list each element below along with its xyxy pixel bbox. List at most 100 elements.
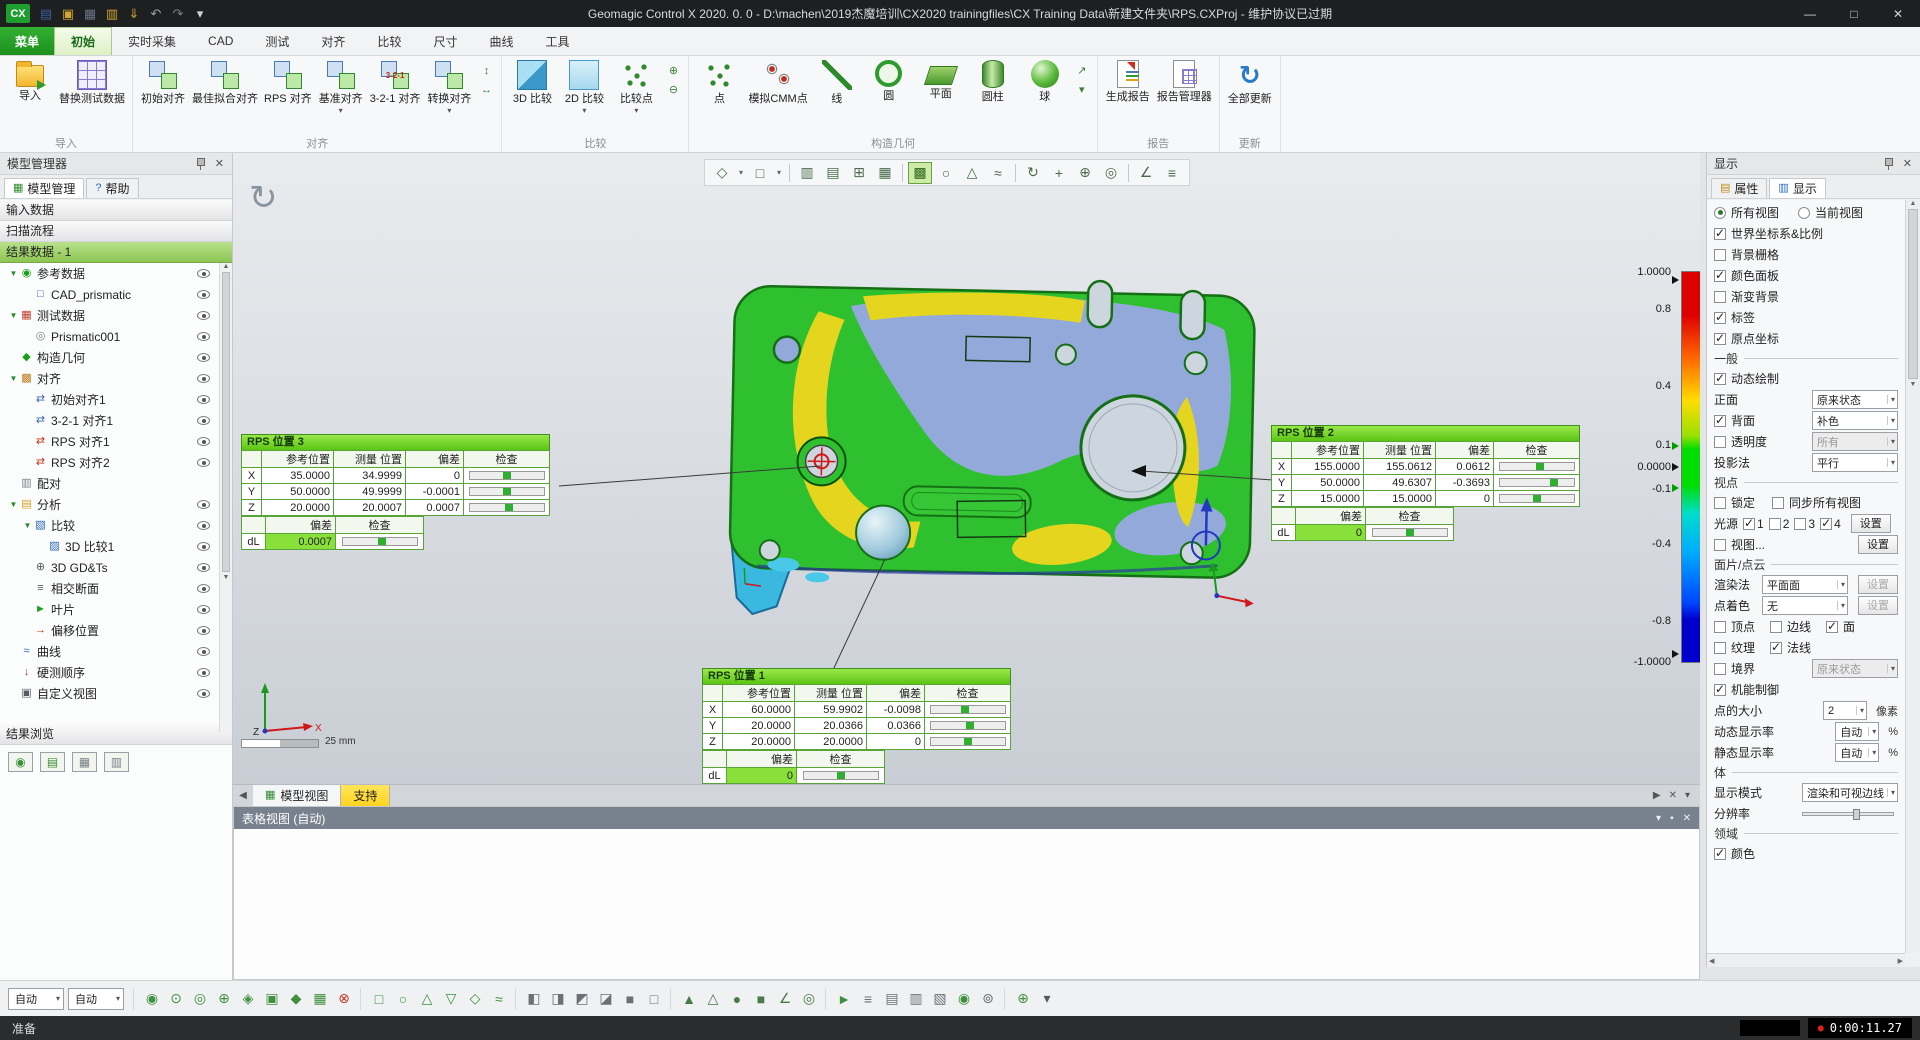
cube-view-icon[interactable]: □: [748, 162, 772, 184]
visibility-eye-icon[interactable]: [197, 332, 210, 341]
capture-icon[interactable]: ◉: [953, 988, 975, 1010]
table-view-header[interactable]: 表格视图 (自动) ▾▪✕: [234, 807, 1699, 829]
select-face-icon[interactable]: ◎: [189, 988, 211, 1010]
sync-views-check[interactable]: [1772, 497, 1784, 509]
offset-points[interactable]: →偏移位置: [0, 620, 232, 641]
321-alignment-1[interactable]: ⇄3-2-1 对齐1: [0, 410, 232, 431]
open-file-icon[interactable]: ▣: [58, 0, 78, 27]
next-view-icon[interactable]: ▶: [1653, 790, 1661, 801]
tab-display[interactable]: ▥显示: [1769, 178, 1825, 198]
view-orientation-caret[interactable]: ▾: [736, 162, 746, 184]
collapse-panel-icon[interactable]: ▾: [1656, 813, 1661, 824]
expander-icon[interactable]: ▼: [8, 311, 19, 320]
light-3-check[interactable]: [1794, 518, 1806, 530]
play-macro-icon[interactable]: ►: [833, 988, 855, 1010]
multi-view-icon[interactable]: ▦: [873, 162, 897, 184]
321-alignment-button[interactable]: 3-2-13-2-1 对齐: [367, 58, 424, 107]
light-settings-button[interactable]: 设置: [1851, 514, 1891, 533]
display-mode-select[interactable]: 渲染和可视边线▾: [1802, 783, 1898, 802]
part-deviation-model[interactable]: [720, 273, 1270, 623]
mechanical-control-check[interactable]: [1714, 684, 1726, 696]
tab-initial[interactable]: 初始: [54, 27, 112, 55]
3d-gdts[interactable]: ⊕3D GD&Ts: [0, 557, 232, 578]
compare-add-icon[interactable]: ⊕: [664, 63, 682, 79]
3d-compare-1[interactable]: ▨3D 比较1: [0, 536, 232, 557]
compare-points-button[interactable]: 比较点▾: [610, 58, 662, 116]
pick-lasso-icon[interactable]: ▽: [440, 988, 462, 1010]
visibility-eye-icon[interactable]: [197, 647, 210, 656]
tree-scrollbar-thumb[interactable]: [222, 272, 230, 572]
view-bottom-icon[interactable]: ◪: [595, 988, 617, 1010]
resolution-slider[interactable]: [1802, 812, 1894, 816]
all-views-radio[interactable]: [1714, 207, 1726, 219]
save-all-icon[interactable]: ▥: [102, 0, 122, 27]
initial-alignment-1[interactable]: ⇄初始对齐1: [0, 389, 232, 410]
pin-icon[interactable]: [195, 157, 206, 170]
color-panel-check[interactable]: [1714, 270, 1726, 282]
refresh-view-icon[interactable]: ↻: [249, 181, 278, 215]
normal-check[interactable]: [1770, 642, 1782, 654]
visibility-eye-icon[interactable]: [197, 311, 210, 320]
align-move-icon[interactable]: ↕: [477, 63, 495, 79]
front-face-mode-select[interactable]: 原来状态▾: [1812, 390, 1898, 409]
current-view-radio[interactable]: [1798, 207, 1810, 219]
tab-live-capture[interactable]: 实时采集: [112, 27, 192, 55]
lock-viewpoint-check[interactable]: [1714, 497, 1726, 509]
view-top-icon[interactable]: ◩: [571, 988, 593, 1010]
create-plane-button[interactable]: 平面: [915, 58, 967, 102]
expander-icon[interactable]: ▼: [8, 500, 19, 509]
close-table-view-icon[interactable]: ✕: [1683, 813, 1691, 824]
point-size-select[interactable]: 2▾: [1823, 701, 1867, 720]
visibility-eye-icon[interactable]: [197, 521, 210, 530]
boundary-mode-select[interactable]: 原来状态▾: [1812, 659, 1898, 678]
redo-icon[interactable]: ↷: [168, 0, 188, 27]
transparency-select[interactable]: 所有▾: [1812, 432, 1898, 451]
visibility-eye-icon[interactable]: [197, 542, 210, 551]
face-check[interactable]: [1826, 621, 1838, 633]
pick-paint-icon[interactable]: ◇: [464, 988, 486, 1010]
mirror-view-icon[interactable]: ▤: [821, 162, 845, 184]
cross-sections[interactable]: ≡相交断面: [0, 578, 232, 599]
compare-remove-icon[interactable]: ⊖: [664, 82, 682, 98]
visibility-eye-icon[interactable]: [197, 668, 210, 677]
add-tool-icon[interactable]: ⊕: [1012, 988, 1034, 1010]
visibility-eye-icon[interactable]: [197, 353, 210, 362]
static-display-rate-select[interactable]: 自动▾: [1835, 743, 1879, 762]
simulated-cmm-points-button[interactable]: 模拟CMM点: [745, 58, 810, 107]
close-view-icon[interactable]: ✕: [1669, 790, 1677, 801]
hscroll-left-icon[interactable]: ◀: [1709, 957, 1714, 965]
snap-mode-select[interactable]: 自动▾: [68, 988, 124, 1010]
tool-sphere-icon[interactable]: ●: [726, 988, 748, 1010]
measure-target-icon[interactable]: ◎: [798, 988, 820, 1010]
align-swap-icon[interactable]: ↔: [477, 82, 495, 98]
best-fit-alignment-button[interactable]: 最佳拟合对齐: [189, 58, 261, 107]
custom-views[interactable]: ▣自定义视图: [0, 683, 232, 704]
section-input-data[interactable]: 输入数据: [0, 200, 232, 221]
construction-geometry[interactable]: ◆构造几何: [0, 347, 232, 368]
tab-test[interactable]: 测试: [249, 27, 305, 55]
display-panel-hscrollbar[interactable]: ◀▶: [1707, 953, 1905, 967]
tab-help[interactable]: ?帮助: [86, 178, 138, 198]
undo-icon[interactable]: ↶: [146, 0, 166, 27]
transparency-check[interactable]: [1714, 436, 1726, 448]
datum-alignment-button[interactable]: 基准对齐▾: [315, 58, 367, 116]
tree-scrollbar[interactable]: ▲▼: [219, 263, 232, 732]
table-view-icon[interactable]: ▤: [881, 988, 903, 1010]
boundary-check[interactable]: [1714, 663, 1726, 675]
update-all-button[interactable]: ↻全部更新: [1224, 58, 1276, 107]
close-panel-icon[interactable]: ✕: [211, 157, 228, 170]
view-settings-button[interactable]: 设置: [1858, 535, 1898, 554]
visibility-eye-icon[interactable]: [197, 626, 210, 635]
tab-compare[interactable]: 比较: [361, 27, 417, 55]
tab-align[interactable]: 对齐: [305, 27, 361, 55]
pick-circle-icon[interactable]: ○: [392, 988, 414, 1010]
rps-table-1[interactable]: RPS 位置 1参考位置测量 位置偏差检查X60.000059.9902-0.0…: [702, 668, 1011, 784]
pick-rectangle-icon[interactable]: □: [368, 988, 390, 1010]
hscroll-right-icon[interactable]: ▶: [1898, 957, 1903, 965]
region-color-check[interactable]: [1714, 848, 1726, 860]
tool-box-icon[interactable]: ■: [750, 988, 772, 1010]
visibility-eye-icon[interactable]: [197, 290, 210, 299]
tab-cad[interactable]: CAD: [192, 27, 249, 55]
select-rectangle-icon[interactable]: ▩: [908, 162, 932, 184]
visibility-eye-icon[interactable]: [197, 395, 210, 404]
